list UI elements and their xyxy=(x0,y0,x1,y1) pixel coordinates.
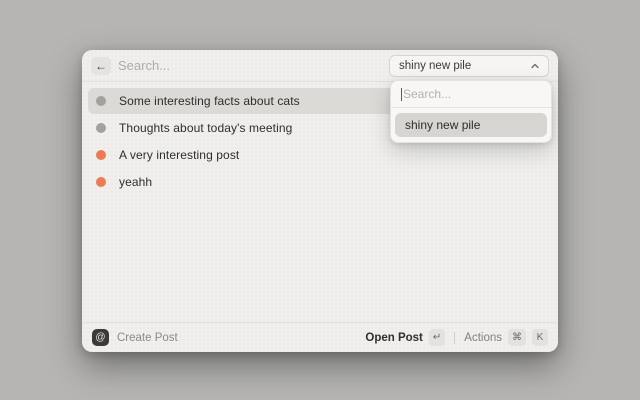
enter-key-icon: ↵ xyxy=(429,329,445,346)
open-post-label: Open Post xyxy=(365,332,423,344)
pile-selector-value: shiny new pile xyxy=(399,60,531,72)
post-title: Some interesting facts about cats xyxy=(119,94,300,108)
app-window: ← Search... shiny new pile Some interest… xyxy=(82,50,558,352)
pile-option-label: shiny new pile xyxy=(405,118,480,132)
post-row[interactable]: A very interesting post xyxy=(88,142,552,168)
footer-shortcuts: Open Post ↵ Actions ⌘ K xyxy=(365,329,548,346)
open-post-hint[interactable]: Open Post ↵ xyxy=(365,329,445,346)
create-post-label: Create Post xyxy=(117,332,178,344)
pile-option-shiny-new-pile[interactable]: shiny new pile xyxy=(395,113,547,137)
actions-label: Actions xyxy=(464,332,502,344)
pile-selector-menu: Search... shiny new pile xyxy=(390,80,552,143)
post-row[interactable]: yeahh xyxy=(88,169,552,195)
desktop-background: ← Search... shiny new pile Some interest… xyxy=(0,0,640,400)
footer-bar: @ Create Post Open Post ↵ Actions ⌘ K xyxy=(82,322,558,352)
post-status-dot xyxy=(96,96,106,106)
text-cursor xyxy=(401,88,402,101)
back-button[interactable]: ← xyxy=(91,57,111,75)
pile-selector-dropdown[interactable]: shiny new pile xyxy=(389,55,549,77)
create-post-button[interactable]: @ Create Post xyxy=(92,329,178,346)
pile-search-placeholder: Search... xyxy=(403,87,451,101)
post-status-dot xyxy=(96,150,106,160)
k-key-icon: K xyxy=(532,329,548,346)
pile-logo-icon: @ xyxy=(92,329,109,346)
back-arrow-icon: ← xyxy=(95,59,107,73)
command-key-icon: ⌘ xyxy=(508,329,526,346)
post-title: yeahh xyxy=(119,175,152,189)
post-title: Thoughts about today's meeting xyxy=(119,121,292,135)
search-input[interactable]: Search... xyxy=(118,58,389,73)
chevron-up-icon xyxy=(531,62,539,70)
pile-search-input[interactable]: Search... xyxy=(391,81,551,108)
post-status-dot xyxy=(96,177,106,187)
post-status-dot xyxy=(96,123,106,133)
actions-hint[interactable]: Actions ⌘ K xyxy=(464,329,548,346)
header-bar: ← Search... shiny new pile xyxy=(82,50,558,82)
post-title: A very interesting post xyxy=(119,148,239,162)
footer-divider xyxy=(454,332,455,344)
